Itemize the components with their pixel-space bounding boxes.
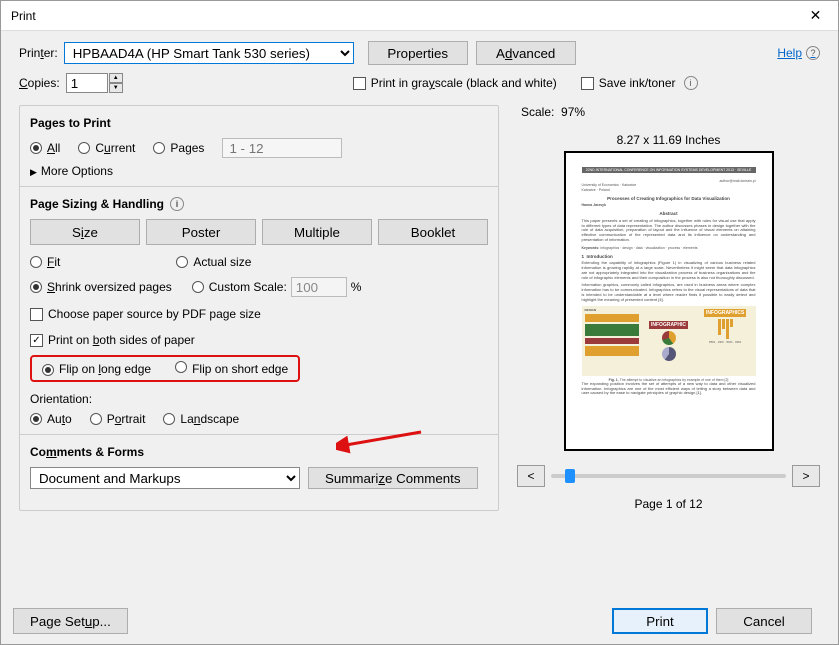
- orientation-label: Orientation:: [30, 392, 488, 406]
- copies-input[interactable]: [66, 73, 108, 93]
- size-button[interactable]: Size: [30, 219, 140, 245]
- radio-auto[interactable]: Auto: [30, 412, 72, 426]
- poster-button[interactable]: Poster: [146, 219, 256, 245]
- grayscale-checkbox[interactable]: Print in grayscale (black and white): [353, 76, 557, 90]
- advanced-button[interactable]: Advanced: [476, 41, 576, 65]
- save-ink-checkbox[interactable]: Save ink/toner: [581, 76, 676, 90]
- radio-all[interactable]: All: [30, 141, 60, 155]
- radio-custom-scale[interactable]: Custom Scale: %: [192, 277, 362, 297]
- help-link[interactable]: Help ?: [777, 46, 820, 60]
- page-slider[interactable]: [551, 474, 786, 478]
- cancel-button[interactable]: Cancel: [716, 608, 812, 634]
- radio-fit[interactable]: Fit: [30, 255, 60, 269]
- sizing-title: Page Sizing & Handling: [30, 197, 164, 211]
- radio-flip-long[interactable]: Flip on long edge: [42, 362, 151, 376]
- prev-page-button[interactable]: <: [517, 465, 545, 487]
- page-setup-button[interactable]: Page Setup...: [13, 608, 128, 634]
- radio-pages[interactable]: Pages: [153, 141, 204, 155]
- copies-label: Copies:: [19, 76, 60, 90]
- comments-select[interactable]: Document and Markups: [30, 467, 300, 489]
- properties-button[interactable]: Properties: [368, 41, 468, 65]
- comments-title: Comments & Forms: [30, 445, 488, 459]
- info-icon-sizing: i: [170, 197, 184, 211]
- expand-icon: ▶: [30, 167, 37, 177]
- radio-shrink[interactable]: Shrink oversized pages: [30, 280, 172, 294]
- radio-actual[interactable]: Actual size: [176, 255, 251, 269]
- copies-down[interactable]: ▼: [109, 83, 123, 93]
- custom-scale-input[interactable]: [291, 277, 347, 297]
- help-icon: ?: [806, 46, 820, 60]
- scale-label: Scale: 97%: [521, 105, 585, 119]
- pages-range-input[interactable]: [222, 138, 342, 158]
- next-page-button[interactable]: >: [792, 465, 820, 487]
- summarize-comments-button[interactable]: Summarize Comments: [308, 467, 478, 489]
- page-indicator: Page 1 of 12: [634, 497, 702, 511]
- radio-current[interactable]: Current: [78, 141, 135, 155]
- pages-to-print-title: Pages to Print: [30, 116, 488, 130]
- page-preview: 22ND INTERNATIONAL CONFERENCE ON INFORMA…: [564, 151, 774, 451]
- printer-label: Printer:: [19, 46, 58, 60]
- close-button[interactable]: ✕: [793, 1, 838, 31]
- both-sides-checkbox[interactable]: ✓Print on both sides of paper: [30, 333, 488, 347]
- booklet-button[interactable]: Booklet: [378, 219, 488, 245]
- radio-portrait[interactable]: Portrait: [90, 412, 146, 426]
- info-icon-ink: i: [684, 76, 698, 90]
- print-button[interactable]: Print: [612, 608, 708, 634]
- more-options-toggle[interactable]: ▶More Options: [30, 164, 488, 178]
- multiple-button[interactable]: Multiple: [262, 219, 372, 245]
- printer-select[interactable]: HPBAAD4A (HP Smart Tank 530 series): [64, 42, 354, 64]
- page-dimensions: 8.27 x 11.69 Inches: [617, 133, 721, 147]
- window-title: Print: [11, 9, 793, 23]
- radio-flip-short[interactable]: Flip on short edge: [175, 361, 288, 376]
- copies-up[interactable]: ▲: [109, 73, 123, 83]
- radio-landscape[interactable]: Landscape: [163, 412, 239, 426]
- highlight-box: Flip on long edge Flip on short edge: [30, 355, 300, 382]
- choose-source-checkbox[interactable]: Choose paper source by PDF page size: [30, 307, 488, 321]
